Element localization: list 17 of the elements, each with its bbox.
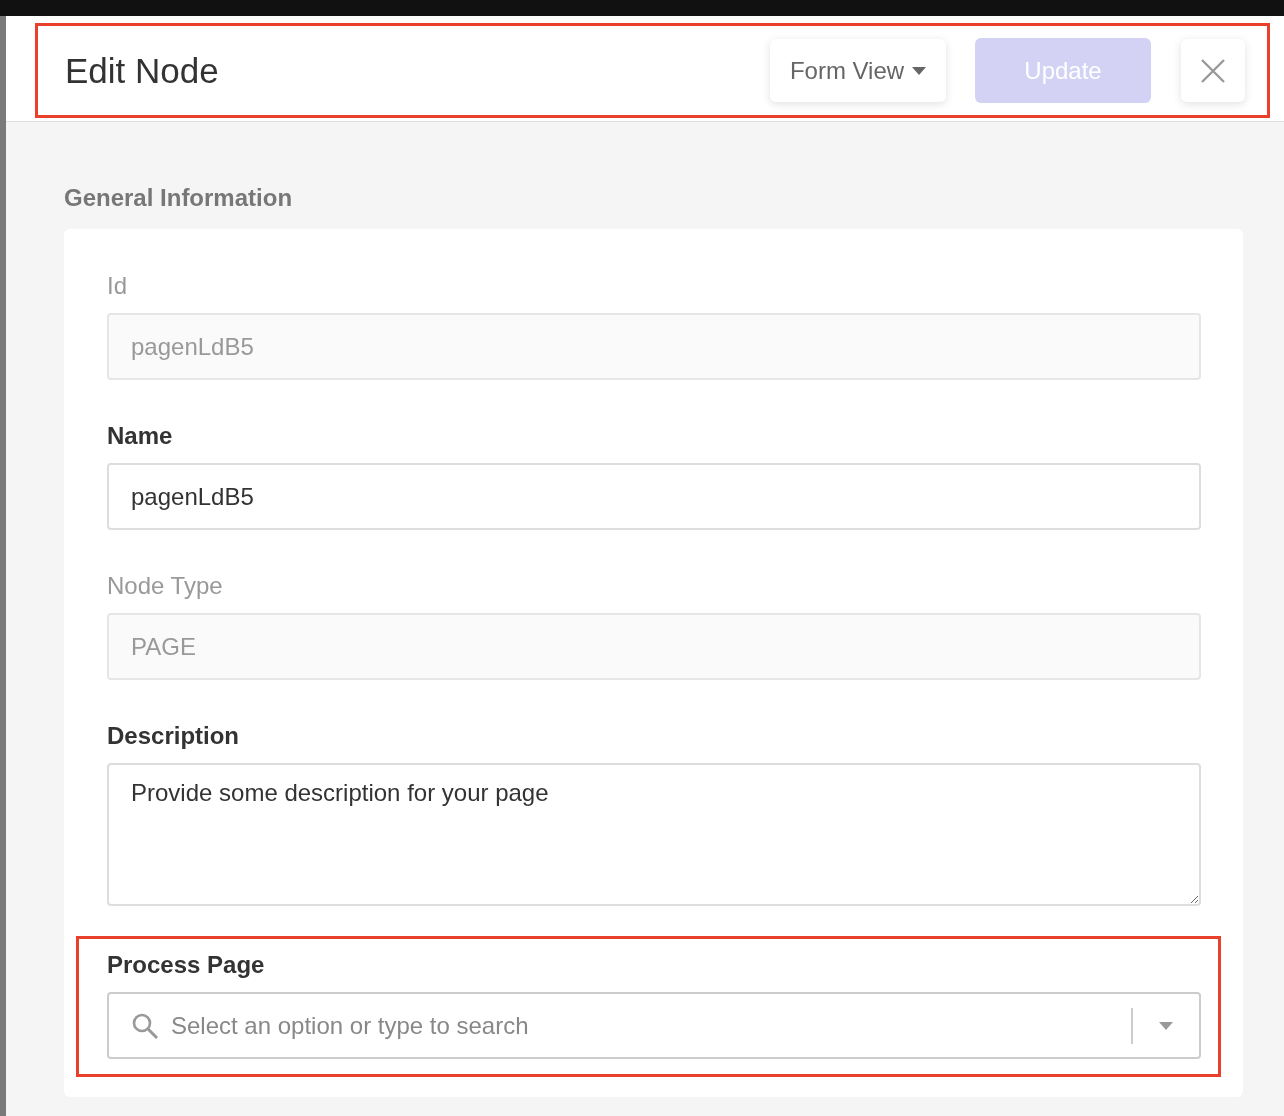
- field-label: Id: [107, 272, 128, 300]
- field-label: Process Page: [107, 951, 266, 979]
- view-dropdown[interactable]: Form View: [770, 39, 946, 102]
- close-button[interactable]: [1181, 39, 1245, 102]
- field-label: Name: [107, 422, 174, 450]
- section-title: General Information: [64, 184, 294, 212]
- field-label: Node Type: [107, 572, 224, 600]
- field-label: Description: [107, 722, 241, 750]
- search-input[interactable]: Select an option or type to search: [169, 1010, 1121, 1041]
- text-area[interactable]: Provide some description for your page: [107, 763, 1201, 906]
- window-title: Edit Node: [65, 50, 220, 91]
- caret-icon: [912, 66, 927, 75]
- close-icon: [1201, 58, 1225, 83]
- input-field[interactable]: pagenLdB5: [107, 463, 1201, 530]
- caret-icon: [1159, 1021, 1173, 1030]
- search-icon: [131, 1011, 159, 1040]
- search-select[interactable]: Select an option or type to search: [107, 992, 1201, 1059]
